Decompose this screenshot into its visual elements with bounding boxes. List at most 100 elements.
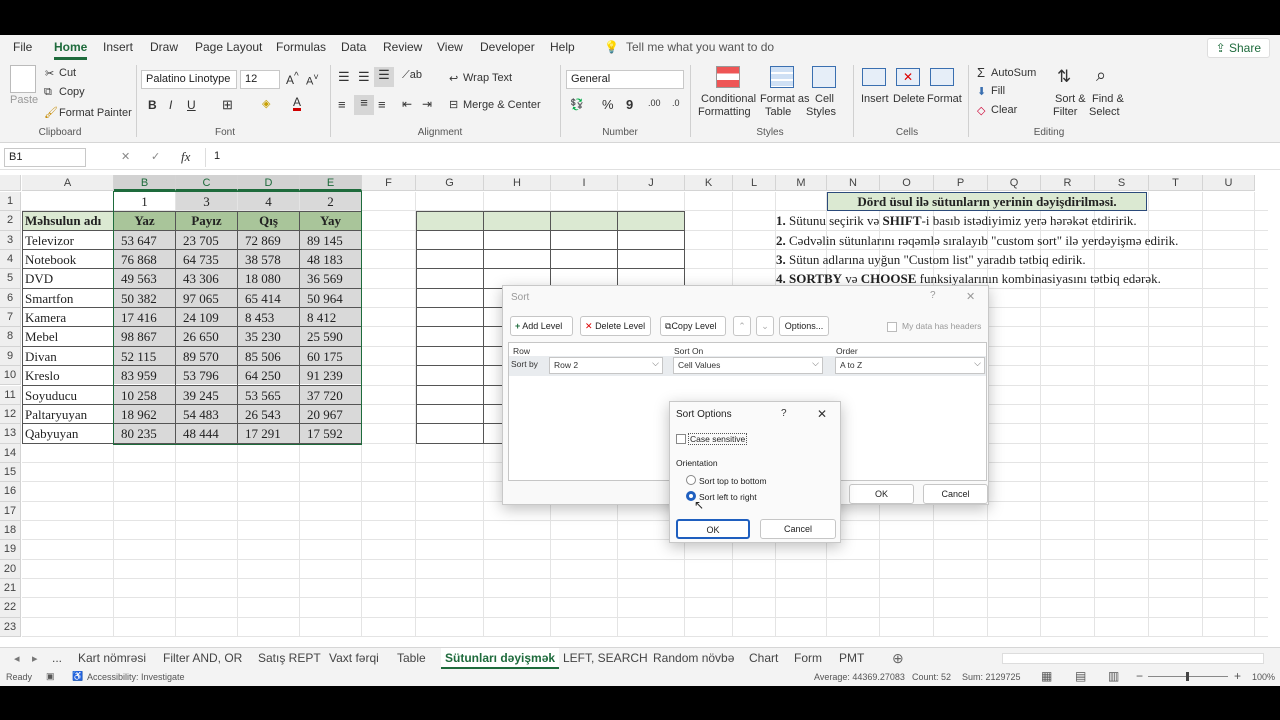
value-cell[interactable]: 60 175 bbox=[300, 346, 361, 366]
row-header-10[interactable]: 10 bbox=[0, 366, 21, 386]
value-cell[interactable]: 36 569 bbox=[300, 269, 361, 288]
row-header-12[interactable]: 12 bbox=[0, 404, 21, 425]
normal-view-icon[interactable]: ▦ bbox=[1041, 669, 1052, 683]
value-cell[interactable]: 48 183 bbox=[300, 250, 361, 269]
column-header-r[interactable]: R bbox=[1041, 175, 1095, 191]
options-close-button[interactable]: ✕ bbox=[817, 407, 827, 421]
add-level-button[interactable]: + Add Level bbox=[510, 316, 573, 336]
headers-checkbox[interactable] bbox=[887, 322, 897, 332]
column-header-n[interactable]: N bbox=[827, 175, 880, 191]
column-header-o[interactable]: O bbox=[880, 175, 934, 191]
row-header-18[interactable]: 18 bbox=[0, 520, 21, 541]
sort-ok-button[interactable]: OK bbox=[849, 484, 914, 504]
column-header-j[interactable]: J bbox=[618, 175, 685, 191]
sort-close-button[interactable]: ✕ bbox=[966, 290, 975, 303]
value-cell[interactable]: 17 291 bbox=[238, 424, 299, 443]
orientation-icon[interactable]: ⟋ab bbox=[402, 69, 422, 82]
product-name-cell[interactable]: Televizor bbox=[22, 230, 113, 250]
autosum-button[interactable]: AutoSum bbox=[991, 67, 1036, 79]
value-cell[interactable]: 85 506 bbox=[238, 346, 299, 366]
order-number-cell[interactable]: 1 bbox=[114, 192, 175, 211]
column-header-e[interactable]: E bbox=[300, 175, 362, 191]
value-cell[interactable]: 50 964 bbox=[300, 288, 361, 308]
menu-help[interactable]: Help bbox=[550, 40, 575, 54]
note-item[interactable]: 1. Sütunu seçirik və SHIFT-i basıb istəd… bbox=[776, 211, 1137, 230]
sheet-tab[interactable]: Form bbox=[794, 651, 822, 665]
comma-icon[interactable]: 9 bbox=[626, 97, 633, 112]
value-cell[interactable]: 64 250 bbox=[238, 366, 299, 385]
value-cell[interactable]: 89 570 bbox=[176, 346, 237, 366]
sheet-tab[interactable]: Chart bbox=[749, 651, 778, 665]
value-cell[interactable]: 48 444 bbox=[176, 424, 237, 443]
menu-draw[interactable]: Draw bbox=[150, 40, 178, 54]
tell-me-search[interactable]: Tell me what you want to do bbox=[626, 40, 774, 54]
product-name-cell[interactable]: Smartfon bbox=[22, 288, 113, 308]
value-cell[interactable]: 37 720 bbox=[300, 385, 361, 404]
menu-insert[interactable]: Insert bbox=[103, 40, 133, 54]
value-cell[interactable]: 8 412 bbox=[300, 308, 361, 327]
percent-icon[interactable]: % bbox=[602, 97, 614, 112]
delete-level-button[interactable]: ✕ Delete Level bbox=[580, 316, 651, 336]
column-header-i[interactable]: I bbox=[551, 175, 618, 191]
align-top-icon[interactable]: ☰ bbox=[338, 69, 350, 85]
fill-color-icon[interactable]: ◈ bbox=[262, 97, 270, 110]
column-header-a[interactable]: A bbox=[22, 175, 114, 191]
scroll-left-icon[interactable]: ◂ bbox=[14, 652, 20, 665]
format-painter-button[interactable]: Format Painter bbox=[59, 107, 132, 119]
scroll-right-icon[interactable]: ▸ bbox=[32, 652, 38, 665]
increase-font-icon[interactable]: A^ bbox=[286, 71, 299, 87]
increase-decimal-icon[interactable]: .00 bbox=[648, 98, 661, 108]
table-header-cell[interactable]: Qış bbox=[238, 211, 299, 230]
options-ok-button[interactable]: OK bbox=[676, 519, 750, 539]
insert-button[interactable]: Insert bbox=[861, 93, 889, 105]
menu-file[interactable]: File bbox=[13, 40, 32, 54]
row-dropdown[interactable]: Row 2 bbox=[549, 357, 663, 374]
cut-button[interactable]: Cut bbox=[59, 67, 76, 79]
row-header-19[interactable]: 19 bbox=[0, 540, 21, 560]
conditional-formatting-button[interactable]: Formatting bbox=[698, 106, 751, 118]
value-cell[interactable]: 83 959 bbox=[114, 366, 175, 385]
value-cell[interactable]: 20 967 bbox=[300, 404, 361, 424]
move-up-button[interactable]: ⌃ bbox=[733, 316, 751, 336]
zoom-out-icon[interactable]: − bbox=[1136, 669, 1143, 683]
value-cell[interactable]: 38 578 bbox=[238, 250, 299, 269]
format-as-table-button[interactable]: Table bbox=[765, 106, 791, 118]
sheet-tab[interactable]: Kart nömrəsi bbox=[78, 651, 146, 665]
sheet-tab[interactable]: LEFT, SEARCH bbox=[563, 651, 648, 665]
value-cell[interactable]: 39 245 bbox=[176, 385, 237, 404]
sort-help-button[interactable]: ? bbox=[930, 290, 936, 301]
note-item[interactable]: 3. Sütun adlarına uyğun "Custom list" ya… bbox=[776, 250, 1086, 269]
cell-label[interactable]: Cell bbox=[815, 93, 834, 105]
name-box[interactable]: B1 bbox=[4, 148, 86, 167]
column-header-k[interactable]: K bbox=[685, 175, 733, 191]
align-right-icon[interactable]: ≡ bbox=[378, 97, 386, 112]
column-header-u[interactable]: U bbox=[1203, 175, 1255, 191]
sort-cancel-button[interactable]: Cancel bbox=[923, 484, 988, 504]
move-down-button[interactable]: ⌄ bbox=[756, 316, 774, 336]
value-cell[interactable]: 50 382 bbox=[114, 288, 175, 308]
underline-icon[interactable]: U bbox=[187, 98, 196, 112]
value-cell[interactable]: 17 592 bbox=[300, 424, 361, 443]
bold-icon[interactable]: B bbox=[148, 98, 157, 112]
order-number-cell[interactable]: 2 bbox=[300, 192, 361, 211]
sheet-tab[interactable]: PMT bbox=[839, 651, 864, 665]
font-color-icon[interactable]: A bbox=[293, 96, 302, 111]
font-name-combo[interactable]: Palatino Linotype bbox=[141, 70, 237, 89]
notes-title[interactable]: Dörd üsul ilə sütunların yerinin dəyişdi… bbox=[827, 192, 1147, 212]
table-header-cell[interactable]: Məhsulun adı bbox=[22, 211, 113, 230]
note-item[interactable]: 2. Cədvəlin sütunlarını rəqəmlə sıralayı… bbox=[776, 231, 1178, 250]
zoom-in-icon[interactable]: + bbox=[1234, 669, 1241, 683]
order-number-cell[interactable]: 4 bbox=[238, 192, 299, 211]
product-name-cell[interactable]: Paltaryuyan bbox=[22, 404, 113, 424]
product-name-cell[interactable]: Qabyuyan bbox=[22, 424, 113, 443]
find-select-button[interactable]: Select bbox=[1089, 106, 1120, 118]
increase-indent-icon[interactable]: ⇥ bbox=[422, 97, 432, 111]
format-as-label[interactable]: Format as bbox=[760, 93, 810, 105]
column-header-m[interactable]: M bbox=[776, 175, 827, 191]
value-cell[interactable]: 26 650 bbox=[176, 327, 237, 346]
value-cell[interactable]: 64 735 bbox=[176, 250, 237, 269]
menu-home[interactable]: Home bbox=[54, 40, 88, 60]
menu-view[interactable]: View bbox=[437, 40, 463, 54]
column-header-d[interactable]: D bbox=[238, 175, 300, 191]
column-header-p[interactable]: P bbox=[934, 175, 988, 191]
